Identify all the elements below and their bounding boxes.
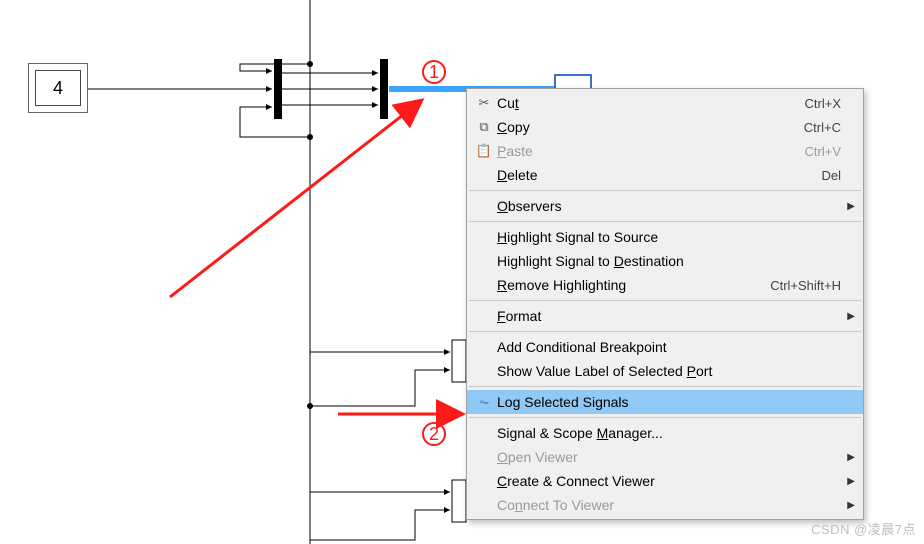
mux-block-1[interactable] [274,59,282,119]
menu-open-viewer: Open Viewer ▶ [467,445,863,469]
menu-paste: 📋 Paste Ctrl+V [467,139,863,163]
menu-copy[interactable]: ⧉ Copy Ctrl+C [467,115,863,139]
menu-highlight-source-label: Highlight Signal to Source [497,229,829,245]
menu-highlight-destination-label: Highlight Signal to Destination [497,253,829,269]
menu-add-breakpoint[interactable]: Add Conditional Breakpoint [467,335,863,359]
menu-highlight-source[interactable]: Highlight Signal to Source [467,225,863,249]
menu-open-viewer-label: Open Viewer [497,449,829,465]
menu-paste-shortcut: Ctrl+V [793,144,841,159]
menu-signal-scope-manager[interactable]: Signal & Scope Manager... [467,421,863,445]
menu-separator [469,331,861,332]
context-menu: ✂ Cut Ctrl+X ⧉ Copy Ctrl+C 📋 Paste Ctrl+… [466,88,864,520]
menu-separator [469,386,861,387]
menu-copy-shortcut: Ctrl+C [792,120,841,135]
submenu-arrow-icon: ▶ [841,500,855,511]
diagram-canvas[interactable]: 4 1 2 ✂ Cut Ctrl+X ⧉ Copy Ctrl+C 📋 Paste… [0,0,924,544]
menu-connect-to-viewer-label: Connect To Viewer [497,497,829,513]
menu-cut[interactable]: ✂ Cut Ctrl+X [467,91,863,115]
menu-observers-label: Observers [497,198,829,214]
annotation-marker-1: 1 [422,58,446,84]
log-signal-icon: ⏦ [471,394,497,410]
menu-create-connect-viewer-label: Create & Connect Viewer [497,473,829,489]
menu-separator [469,417,861,418]
menu-cut-shortcut: Ctrl+X [793,96,841,111]
submenu-arrow-icon: ▶ [841,476,855,487]
menu-remove-highlighting[interactable]: Remove Highlighting Ctrl+Shift+H [467,273,863,297]
paste-icon: 📋 [471,143,497,159]
menu-highlight-destination[interactable]: Highlight Signal to Destination [467,249,863,273]
submenu-arrow-icon: ▶ [841,452,855,463]
watermark-text: CSDN @凌晨7点 [811,519,916,538]
menu-create-connect-viewer[interactable]: Create & Connect Viewer ▶ [467,469,863,493]
menu-cut-label: Cut [497,95,793,111]
menu-show-value-label-label: Show Value Label of Selected Port [497,363,829,379]
annotation-marker-2: 2 [422,420,446,446]
menu-separator [469,190,861,191]
menu-copy-label: Copy [497,119,792,135]
submenu-arrow-icon: ▶ [841,201,855,212]
menu-delete[interactable]: Delete Del [467,163,863,187]
menu-separator [469,221,861,222]
copy-icon: ⧉ [471,119,497,135]
menu-separator [469,300,861,301]
menu-connect-to-viewer: Connect To Viewer ▶ [467,493,863,517]
menu-log-selected-signals[interactable]: ⏦ Log Selected Signals [467,390,863,414]
menu-log-selected-signals-label: Log Selected Signals [497,394,829,410]
menu-observers[interactable]: Observers ▶ [467,194,863,218]
menu-delete-shortcut: Del [809,168,841,183]
constant-block-value: 4 [35,70,81,106]
menu-delete-label: Delete [497,167,809,183]
menu-signal-scope-manager-label: Signal & Scope Manager... [497,425,829,441]
submenu-arrow-icon: ▶ [841,311,855,322]
cut-icon: ✂ [471,95,497,111]
menu-remove-highlighting-label: Remove Highlighting [497,277,758,293]
constant-block[interactable]: 4 [28,63,88,113]
menu-add-breakpoint-label: Add Conditional Breakpoint [497,339,829,355]
menu-paste-label: Paste [497,143,793,159]
scope-block-partial [554,74,592,88]
menu-format-label: Format [497,308,829,324]
mux-block-2[interactable] [380,59,388,119]
menu-show-value-label[interactable]: Show Value Label of Selected Port [467,359,863,383]
menu-format[interactable]: Format ▶ [467,304,863,328]
menu-remove-highlighting-shortcut: Ctrl+Shift+H [758,278,841,293]
